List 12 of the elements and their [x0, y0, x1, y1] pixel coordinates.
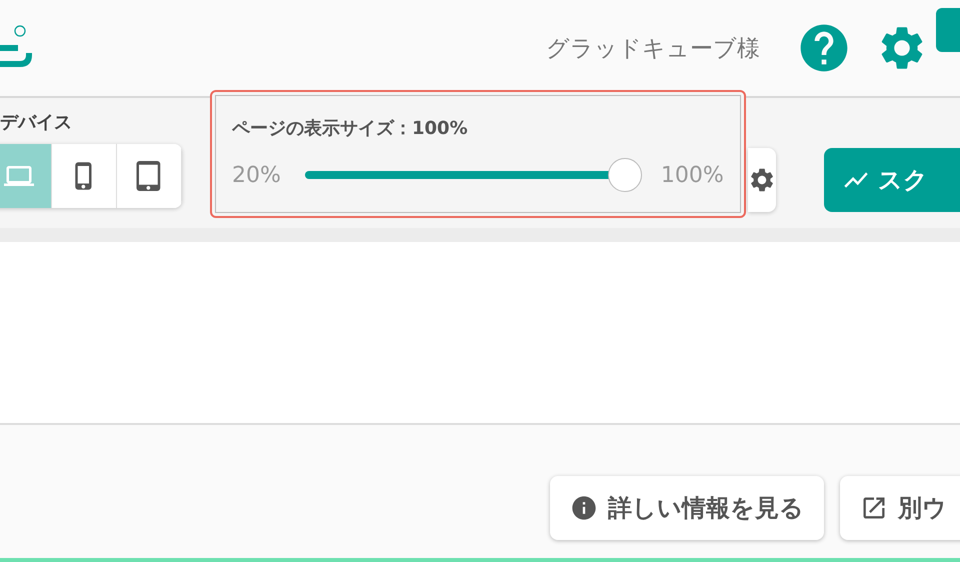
info-icon — [570, 494, 598, 522]
zoom-title: ページの表示サイズ：100% — [232, 117, 469, 140]
zoom-min: 20% — [232, 162, 281, 188]
new-window-button[interactable]: 別ウ — [840, 476, 960, 540]
phone-button[interactable] — [52, 144, 117, 208]
details-button[interactable]: 詳しい情報を見る — [550, 476, 824, 540]
tablet-button[interactable] — [117, 144, 182, 208]
user-name: グラッドキューブ様 — [546, 34, 760, 64]
settings-button[interactable] — [748, 148, 776, 212]
slider-thumb[interactable] — [608, 158, 642, 192]
zoom-max: 100% — [660, 162, 724, 188]
device-label: デバイス — [0, 111, 73, 134]
